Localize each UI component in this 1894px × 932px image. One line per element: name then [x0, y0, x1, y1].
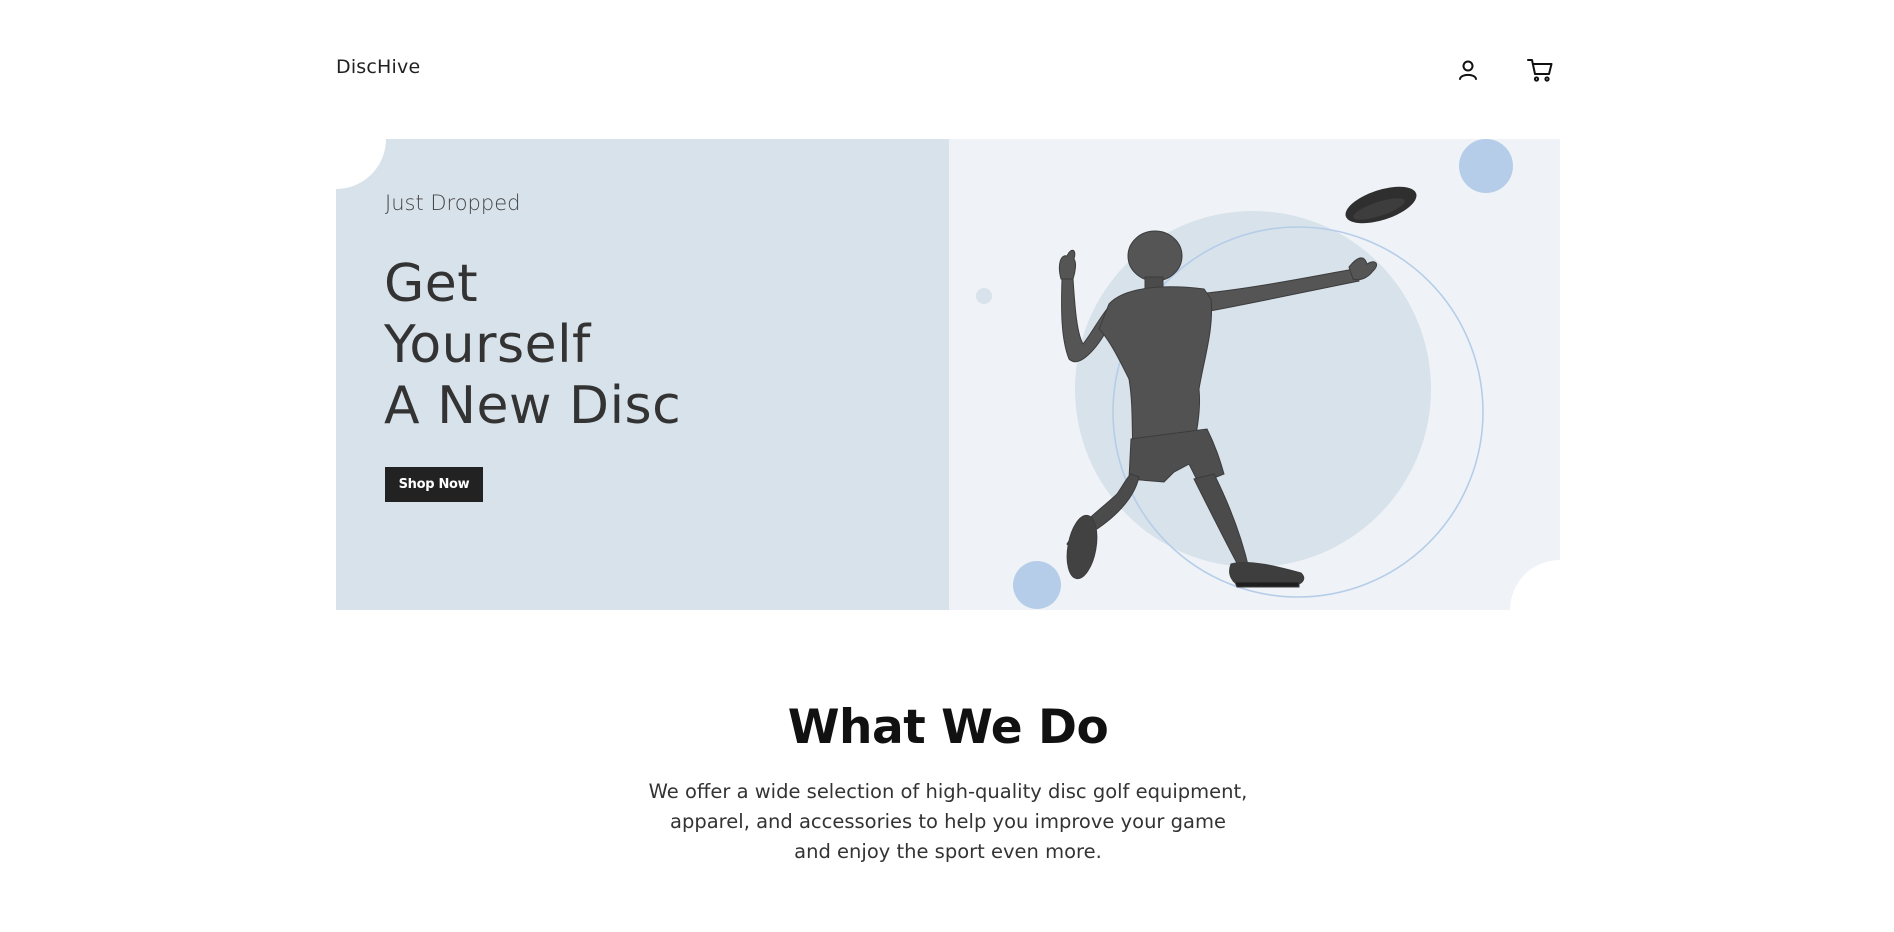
hero-headline-line: Get — [384, 254, 479, 314]
backdrop-circle — [1075, 211, 1431, 567]
what-we-do-section: What We Do We offer a wide selection of … — [336, 700, 1560, 867]
shop-now-button[interactable]: Shop Now — [385, 467, 483, 502]
cart-icon — [1527, 59, 1553, 82]
accent-dot-bottom — [1013, 561, 1061, 609]
account-button[interactable] — [1452, 54, 1484, 86]
cart-button[interactable] — [1524, 54, 1556, 86]
section-description: We offer a wide selection of high-qualit… — [648, 777, 1248, 867]
site-header: DiscHive — [336, 40, 1560, 100]
hero-eyebrow: Just Dropped — [385, 191, 521, 215]
hero-headline: Get Yourself A New Disc — [384, 254, 681, 437]
disc-golf-player-illustration — [976, 139, 1513, 609]
description-line: apparel, and accessories to help you imp… — [670, 810, 1226, 833]
section-title: What We Do — [787, 700, 1109, 755]
brand-logo-link[interactable]: DiscHive — [336, 56, 420, 78]
description-line: and enjoy the sport even more. — [794, 840, 1102, 863]
description-line: We offer a wide selection of high-qualit… — [648, 780, 1248, 803]
accent-dot-small — [976, 288, 992, 304]
hero-banner: Just Dropped Get Yourself A New Disc Sho… — [336, 139, 1560, 610]
hero-headline-line: A New Disc — [384, 376, 682, 436]
hero-headline-line: Yourself — [384, 315, 591, 375]
accent-dot-top — [1459, 139, 1513, 193]
user-icon — [1459, 60, 1477, 80]
